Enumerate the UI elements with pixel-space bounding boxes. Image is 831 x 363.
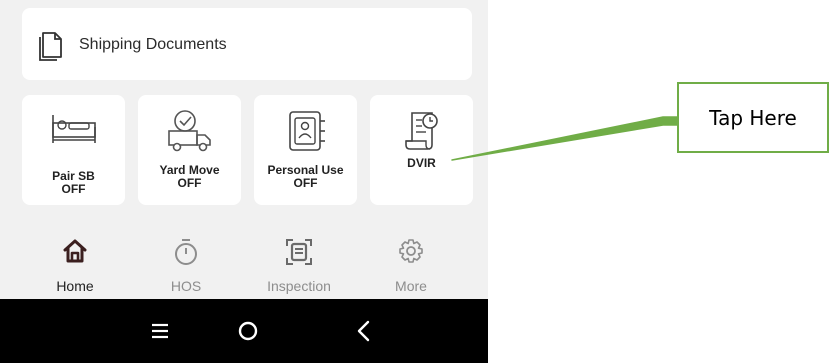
tap-here-text: Tap Here (709, 105, 797, 130)
annotation-arrow (451, 116, 677, 161)
tap-here-callout: Tap Here (677, 82, 829, 153)
